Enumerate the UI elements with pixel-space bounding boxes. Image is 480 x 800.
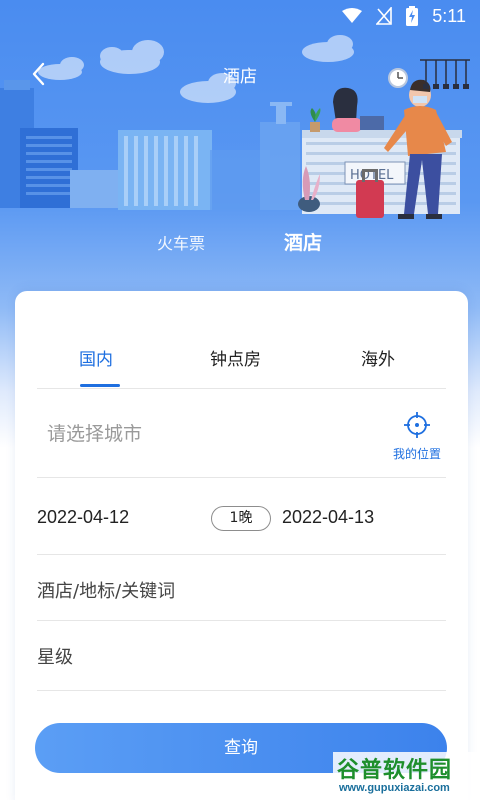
star-level-field[interactable]: 星级 — [37, 643, 73, 669]
active-tab-indicator — [80, 384, 120, 387]
keyword-field[interactable]: 酒店/地标/关键词 — [37, 577, 175, 603]
wifi-icon — [342, 8, 363, 23]
my-location-label: 我的位置 — [392, 447, 441, 461]
checkout-date[interactable]: 2022-04-13 — [282, 507, 374, 528]
top-bar: 酒店 — [0, 56, 480, 92]
date-row: 2022-04-12 1晚 2022-04-13 — [37, 478, 446, 555]
region-tabs: 国内 钟点房 海外 — [37, 291, 446, 389]
tab-hotel[interactable]: 酒店 — [284, 228, 322, 255]
tab-domestic[interactable]: 国内 — [79, 345, 113, 370]
status-bar: 5:11 — [0, 0, 480, 32]
site-watermark: 谷普软件园 www.gupuxiazai.com — [333, 752, 480, 800]
watermark-text: 谷普软件园 — [337, 758, 453, 783]
city-row: 请选择城市 我的位置 — [37, 389, 446, 478]
keyword-row: 酒店/地标/关键词 — [37, 555, 446, 621]
checkin-date[interactable]: 2022-04-12 — [37, 507, 129, 528]
page-title: 酒店 — [223, 66, 257, 87]
clock-time: 5:11 — [432, 5, 466, 26]
my-location-button[interactable]: 我的位置 — [386, 411, 448, 462]
tab-hourly-room[interactable]: 钟点房 — [210, 345, 261, 370]
chevron-left-icon — [32, 62, 45, 86]
tab-overseas[interactable]: 海外 — [361, 345, 395, 370]
star-row: 星级 — [37, 621, 446, 691]
locate-crosshair-icon — [404, 412, 430, 438]
no-signal-icon — [376, 7, 393, 25]
nights-badge: 1晚 — [211, 506, 271, 531]
back-button[interactable] — [22, 58, 54, 90]
mode-tabs: 火车票 酒店 — [0, 226, 480, 260]
city-select-field[interactable]: 请选择城市 — [47, 419, 142, 446]
tab-train-tickets[interactable]: 火车票 — [157, 230, 205, 254]
hotel-search-card: 国内 钟点房 海外 请选择城市 我的位置 2022-04-12 1晚 2022-… — [15, 291, 468, 800]
watermark-url: www.gupuxiazai.com — [339, 782, 450, 794]
battery-charging-icon — [406, 6, 419, 26]
